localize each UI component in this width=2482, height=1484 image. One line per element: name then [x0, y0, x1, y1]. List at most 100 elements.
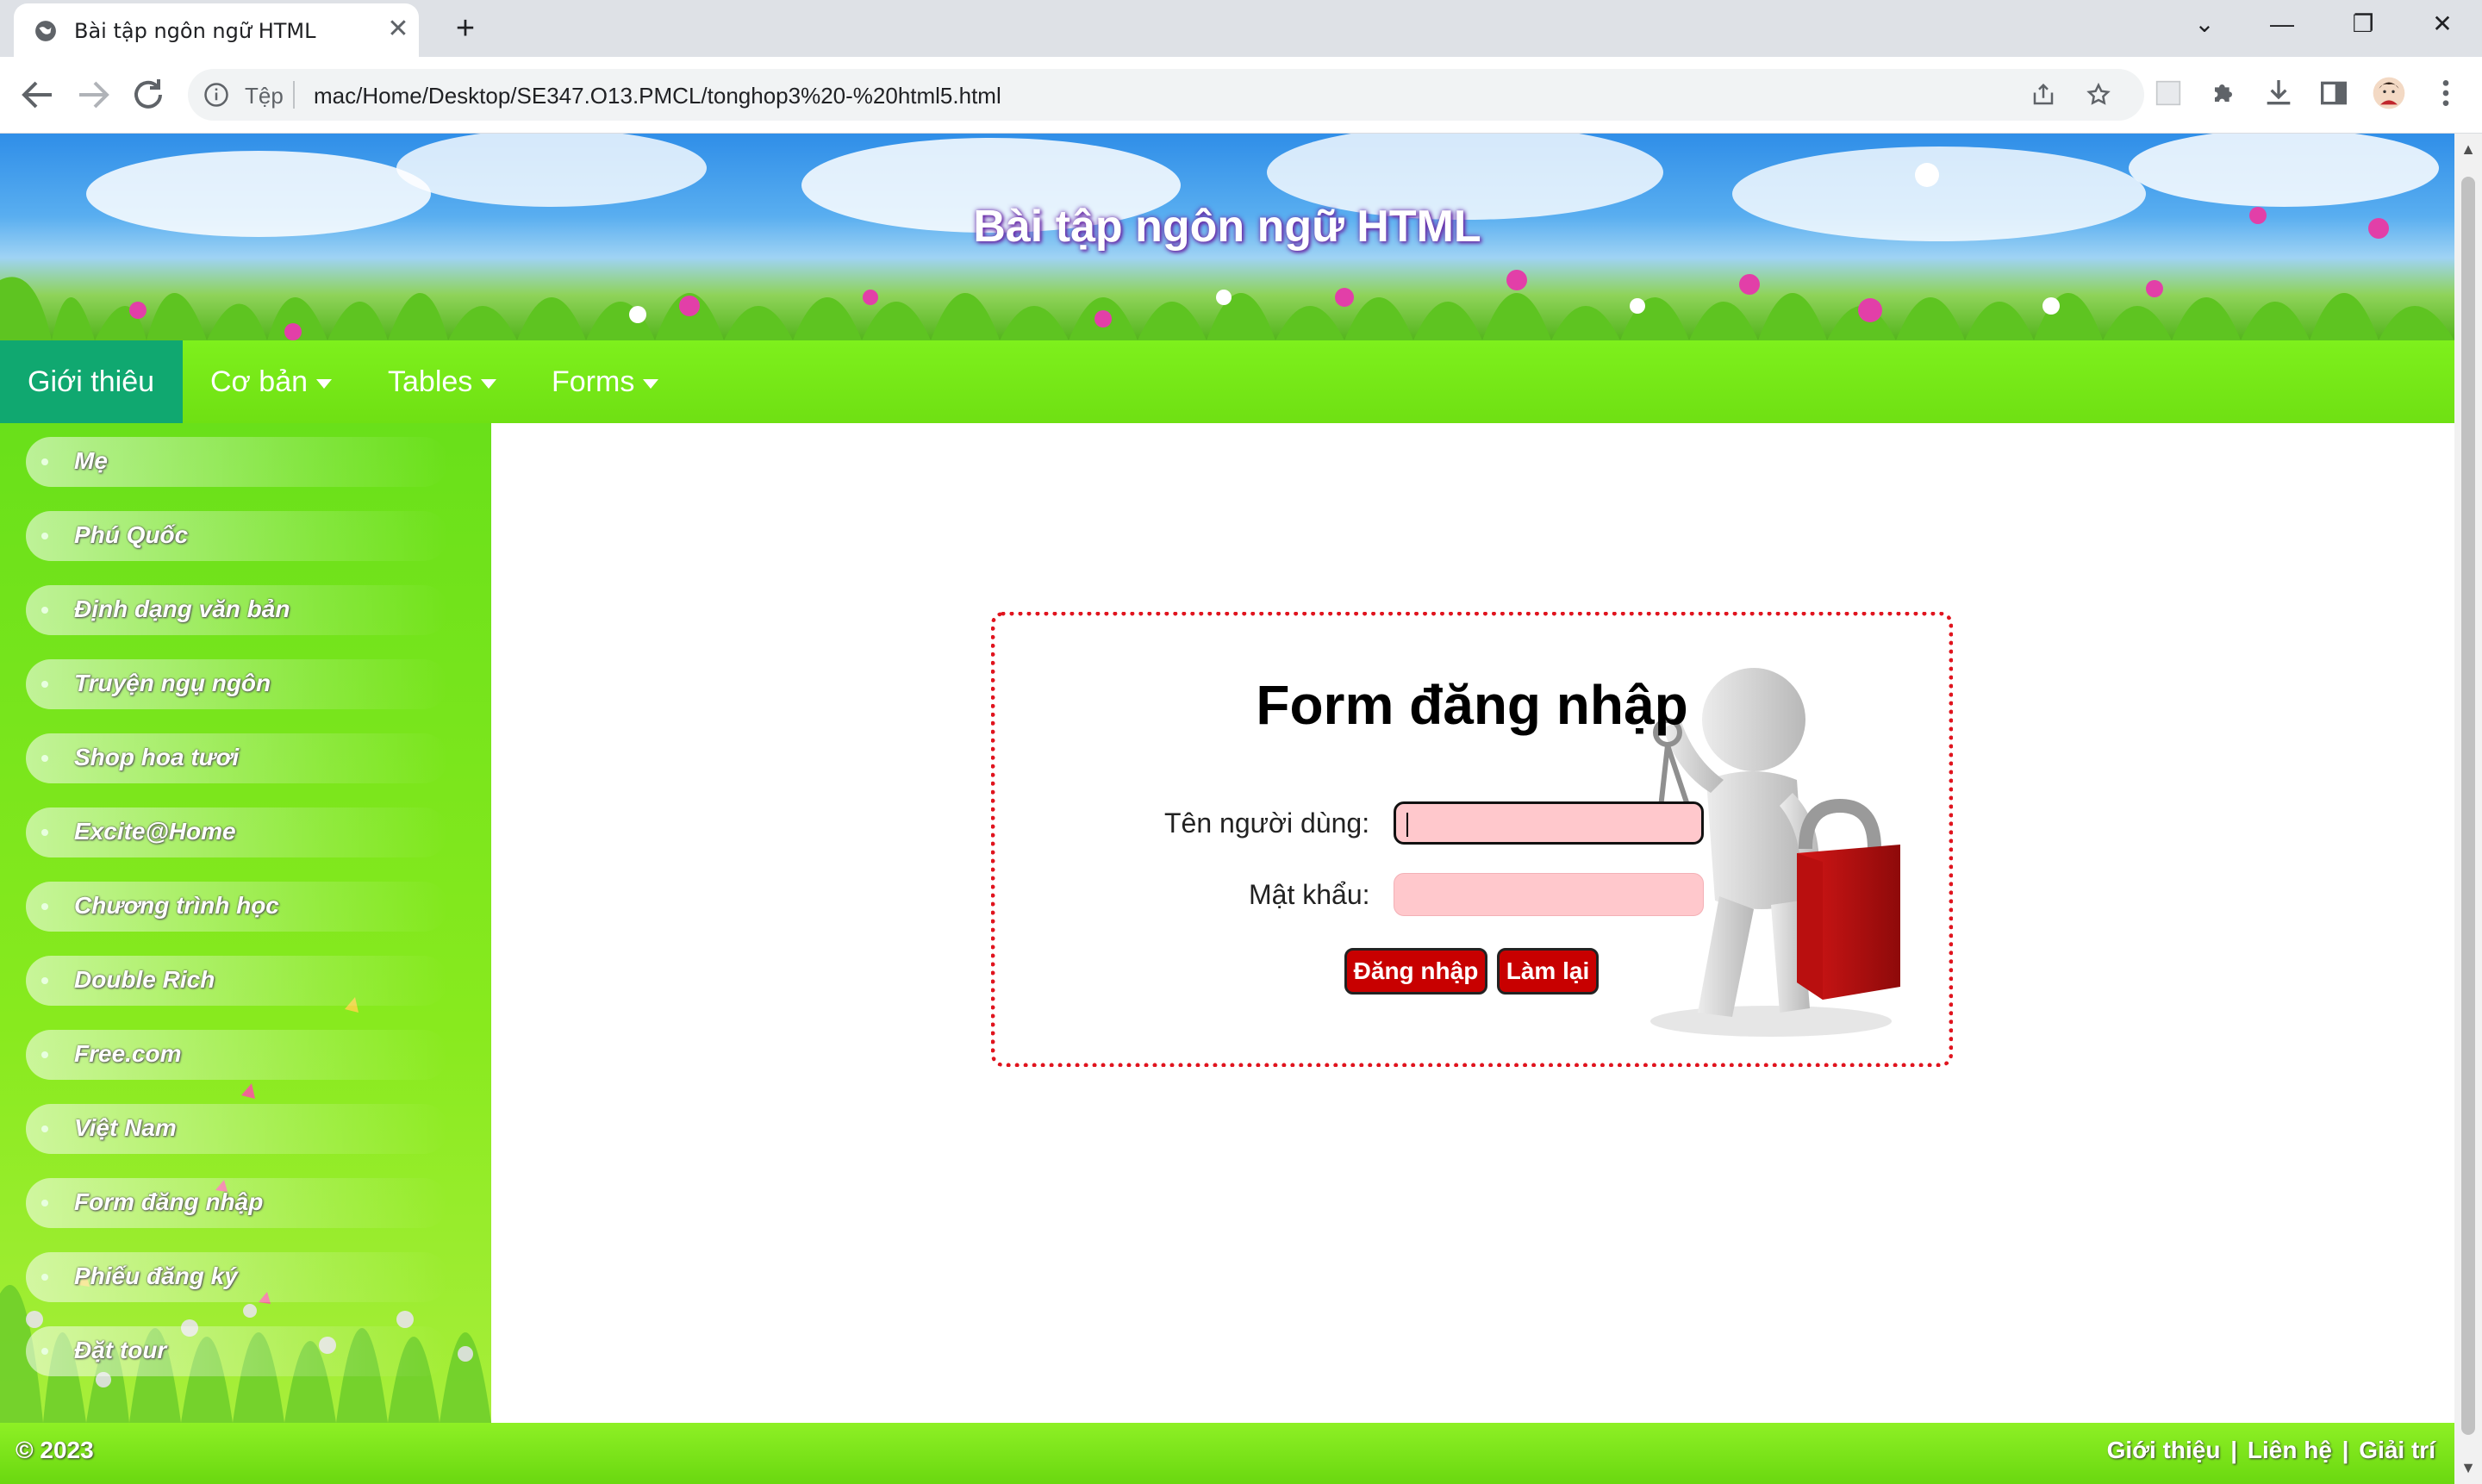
- menu-item-co-ban[interactable]: Cơ bản: [183, 340, 359, 423]
- footer-separator: |: [2230, 1437, 2238, 1463]
- sidebar-item-form-dang-nhap[interactable]: Form đăng nhập: [26, 1178, 448, 1228]
- globe-icon: [35, 21, 56, 41]
- footer-separator: |: [2342, 1437, 2349, 1463]
- sidebar-item-truyen-ngu-ngon[interactable]: Truyện ngụ ngôn: [26, 659, 448, 709]
- scrollbar-thumb[interactable]: [2461, 177, 2475, 1435]
- sidebar-item-me[interactable]: Mẹ: [26, 437, 448, 487]
- extensions-puzzle-icon[interactable]: [2206, 76, 2241, 110]
- password-input[interactable]: [1394, 873, 1704, 916]
- main-menu: Giới thiêu Cơ bản Tables Forms: [0, 340, 2454, 423]
- sidebar-item-chuong-trinh-hoc[interactable]: Chương trình học: [26, 882, 448, 932]
- browser-toolbar: Tệp mac/Home/Desktop/SE347.O13.PMCL/tong…: [0, 57, 2482, 134]
- bookmark-star-icon[interactable]: [2086, 82, 2111, 108]
- sidebar-item-excite-home[interactable]: Excite@Home: [26, 807, 448, 857]
- address-bar[interactable]: Tệp mac/Home/Desktop/SE347.O13.PMCL/tong…: [188, 69, 2144, 121]
- bullet-icon: [41, 607, 48, 614]
- site-info-label[interactable]: Tệp: [245, 83, 284, 109]
- sidebar-item-label: Excite@Home: [74, 818, 236, 845]
- new-tab-button[interactable]: +: [448, 12, 483, 47]
- bullet-icon: [41, 755, 48, 762]
- bullet-icon: [41, 903, 48, 910]
- page-scrollbar[interactable]: ▲ ▼: [2454, 134, 2482, 1484]
- sidebar-item-viet-nam[interactable]: Việt Nam: [26, 1104, 448, 1154]
- sidebar-item-label: Free.com: [74, 1040, 182, 1067]
- sidebar-item-double-rich[interactable]: Double Rich: [26, 956, 448, 1006]
- bullet-icon: [41, 1125, 48, 1132]
- password-label: Mật khẩu:: [1249, 879, 1370, 910]
- sidebar-item-label: Double Rich: [74, 966, 215, 993]
- sidebar-item-phieu-dang-ky[interactable]: Phiếu đăng ký: [26, 1252, 448, 1302]
- sidebar-item-label: Chương trình học: [74, 892, 279, 919]
- sidebar-item-free-com[interactable]: Free.com: [26, 1030, 448, 1080]
- bullet-icon: [41, 1051, 48, 1058]
- download-icon[interactable]: [2261, 76, 2296, 110]
- footer: © 2023 Giới thiệu | Liên hệ | Giải trí: [0, 1423, 2454, 1484]
- back-icon[interactable]: [17, 74, 59, 115]
- minimize-button[interactable]: —: [2256, 5, 2308, 43]
- sidebar-item-label: Việt Nam: [74, 1114, 177, 1141]
- caret-down-icon: [643, 378, 659, 389]
- sidebar-item-dat-tour[interactable]: Đặt tour: [26, 1326, 448, 1376]
- sidebar-item-label: Phú Quốc: [74, 521, 189, 548]
- sidebar-item-label: Form đăng nhập: [74, 1188, 264, 1215]
- caret-down-icon: [481, 378, 497, 389]
- bullet-icon: [41, 829, 48, 836]
- footer-link-gioi-thieu[interactable]: Giới thiệu: [2107, 1437, 2221, 1463]
- login-button[interactable]: Đăng nhập: [1344, 948, 1487, 995]
- sidebar-item-label: Mẹ: [74, 447, 108, 474]
- menu-item-gioi-thieu[interactable]: Giới thiêu: [0, 340, 183, 423]
- copyright-text: © 2023: [16, 1437, 94, 1463]
- reload-icon[interactable]: [128, 74, 169, 115]
- site-title: Bài tập ngôn ngữ HTML: [973, 202, 1481, 252]
- tab-search-icon[interactable]: ⌄: [2179, 5, 2230, 43]
- menu-label: Giới thiêu: [28, 365, 155, 398]
- menu-label: Tables: [388, 365, 473, 398]
- scroll-up-arrow-icon[interactable]: ▲: [2460, 140, 2477, 158]
- reset-button[interactable]: Làm lại: [1497, 948, 1599, 995]
- sidebar-item-label: Định dạng văn bản: [74, 595, 290, 622]
- footer-link-giai-tri[interactable]: Giải trí: [2359, 1437, 2435, 1463]
- bullet-icon: [41, 977, 48, 984]
- tab-title: Bài tập ngôn ngữ HTML: [74, 19, 316, 43]
- window-close-button[interactable]: ✕: [2417, 5, 2468, 43]
- bullet-icon: [41, 458, 48, 465]
- url-text[interactable]: mac/Home/Desktop/SE347.O13.PMCL/tonghop3…: [314, 83, 1001, 109]
- form-title: Form đăng nhập: [1256, 674, 1688, 736]
- bullet-icon: [41, 1348, 48, 1355]
- menu-label: Cơ bản: [210, 365, 309, 398]
- info-icon[interactable]: [203, 82, 229, 108]
- restore-button[interactable]: ❐: [2337, 5, 2389, 43]
- bullet-icon: [41, 1274, 48, 1281]
- close-tab-icon[interactable]: ✕: [384, 16, 412, 43]
- menu-item-forms[interactable]: Forms: [524, 340, 686, 423]
- bullet-icon: [41, 681, 48, 688]
- scroll-down-arrow-icon[interactable]: ▼: [2460, 1459, 2477, 1476]
- sidebar-item-dinh-dang-van-ban[interactable]: Định dạng văn bản: [26, 585, 448, 635]
- sidebar-item-label: Đặt tour: [74, 1337, 167, 1363]
- main-content: Form đăng nhập Tên người dùng: Mật khẩu:…: [491, 423, 2454, 1423]
- sidebar-item-shop-hoa-tuoi[interactable]: Shop hoa tươi: [26, 733, 448, 783]
- footer-link-lien-he[interactable]: Liên hệ: [2248, 1437, 2332, 1463]
- profile-avatar[interactable]: [2372, 76, 2406, 110]
- forward-icon[interactable]: [72, 74, 114, 115]
- sidebar-item-phu-quoc[interactable]: Phú Quốc: [26, 511, 448, 561]
- browser-tab[interactable]: Bài tập ngôn ngữ HTML ✕: [14, 3, 419, 57]
- text-cursor: [1406, 813, 1408, 837]
- sidebar-item-label: Truyện ngụ ngôn: [74, 670, 271, 696]
- more-menu-icon[interactable]: [2429, 76, 2463, 110]
- caret-down-icon: [316, 378, 333, 389]
- footer-links: Giới thiệu | Liên hệ | Giải trí: [2105, 1437, 2437, 1464]
- sidebar-item-label: Shop hoa tươi: [74, 744, 240, 770]
- extension-placeholder-icon[interactable]: [2151, 76, 2186, 110]
- sidebar: Mẹ Phú Quốc Định dạng văn bản Truyện ngụ…: [0, 423, 491, 1423]
- username-input[interactable]: [1394, 801, 1704, 845]
- side-panel-icon[interactable]: [2317, 76, 2351, 110]
- browser-tab-bar: Bài tập ngôn ngữ HTML ✕ + ⌄ — ❐ ✕: [0, 0, 2482, 57]
- login-form: Form đăng nhập Tên người dùng: Mật khẩu:…: [991, 612, 1953, 1067]
- bullet-icon: [41, 1200, 48, 1207]
- sidebar-item-label: Phiếu đăng ký: [74, 1263, 238, 1289]
- share-icon[interactable]: [2030, 82, 2056, 108]
- menu-item-tables[interactable]: Tables: [360, 340, 524, 423]
- web-page: Bài tập ngôn ngữ HTML Giới thiêu Cơ bản …: [0, 134, 2454, 1484]
- username-label: Tên người dùng:: [1164, 807, 1370, 839]
